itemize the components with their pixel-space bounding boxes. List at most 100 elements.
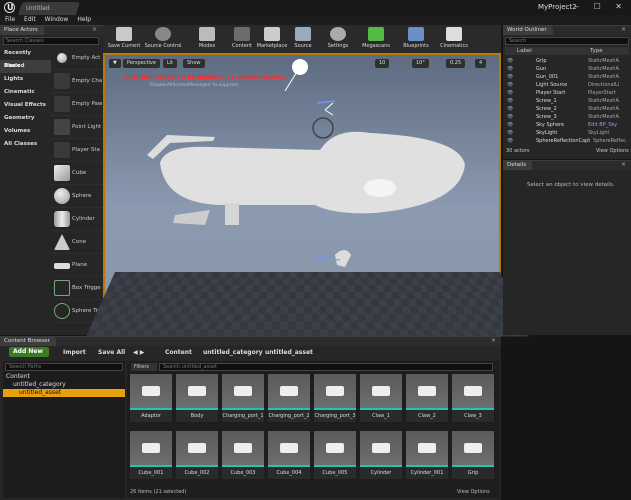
category-volumes[interactable]: Volumes [0, 125, 51, 138]
actor-item-box-trigger[interactable]: Box Trigge [51, 277, 103, 300]
column-type[interactable]: Type [590, 47, 603, 55]
category-visual-effects[interactable]: Visual Effects [0, 99, 51, 112]
category-all-classes[interactable]: All Classes [0, 138, 51, 151]
menu-file[interactable]: File [5, 15, 15, 25]
source-button[interactable]: Source [291, 27, 315, 53]
outliner-row[interactable]: 👁 Player Start PlayerStart [505, 90, 629, 98]
actor-item-empty-pawn[interactable]: Empty Paw [51, 93, 103, 116]
asset-tile[interactable]: Body [176, 374, 218, 422]
modes-button[interactable]: Modes [195, 27, 219, 53]
search-paths-input[interactable]: Search Paths [5, 363, 123, 371]
eye-icon[interactable]: 👁 [507, 66, 513, 74]
outliner-view-options[interactable]: View Options [596, 148, 629, 154]
outliner-row[interactable]: 👁 SphereReflectionCapt SphereReflec [505, 138, 629, 146]
outliner-row[interactable]: 👁 Grip StaticMeshA [505, 58, 629, 66]
close-icon[interactable]: ✕ [491, 337, 496, 344]
asset-view-options[interactable]: View Options [457, 489, 490, 495]
place-actors-search[interactable]: Search Classes [3, 37, 99, 45]
outliner-row[interactable]: 👁 Gun_001 StaticMeshA [505, 74, 629, 82]
category-lights[interactable]: Lights [0, 73, 51, 86]
content-browser-tab[interactable]: Content Browser [0, 337, 56, 346]
place-actors-tab[interactable]: Place Actors [0, 26, 44, 35]
actor-item-sphere[interactable]: Sphere [51, 185, 103, 208]
close-icon[interactable]: ✕ [92, 26, 97, 33]
outliner-row[interactable]: 👁 Sky Sphere Edit BP_Sky [505, 122, 629, 130]
eye-icon[interactable]: 👁 [507, 98, 513, 106]
actor-item-empty-actor[interactable]: Empty Act [51, 47, 103, 70]
eye-icon[interactable]: 👁 [507, 90, 513, 98]
menu-edit[interactable]: Edit [24, 15, 36, 25]
eye-icon[interactable]: 👁 [507, 138, 513, 146]
actor-item-cube[interactable]: Cube [51, 162, 103, 185]
tree-item-category[interactable]: untitled_category [3, 381, 125, 389]
asset-tile[interactable]: Cube_003 [222, 431, 264, 479]
asset-tile[interactable]: Charging_port_1 [222, 374, 264, 422]
details-tab[interactable]: Details [503, 161, 533, 170]
actor-item-cylinder[interactable]: Cylinder [51, 208, 103, 231]
asset-tile[interactable]: Cylinder [360, 431, 402, 479]
level-viewport[interactable]: ▼ Perspective Lit Show 10 10° 0.25 4 LIG… [85, 53, 530, 337]
outliner-row[interactable]: 👁 Gun StaticMeshA [505, 66, 629, 74]
asset-tile[interactable]: Charging_port_2 [268, 374, 310, 422]
eye-icon[interactable]: 👁 [507, 114, 513, 122]
column-label[interactable]: Label [517, 47, 532, 55]
blueprints-button[interactable]: Blueprints [401, 27, 431, 53]
megascans-button[interactable]: Megascans [361, 27, 391, 53]
breadcrumb-category[interactable]: untitled_category [203, 349, 263, 356]
tree-item-asset[interactable]: untitled_asset [3, 389, 125, 397]
outliner-row[interactable]: 👁 SkyLight SkyLight [505, 130, 629, 138]
eye-icon[interactable]: 👁 [507, 122, 513, 130]
window-controls[interactable]: – ☐ ✕ [575, 2, 628, 11]
outliner-row[interactable]: 👁 Screw_1 StaticMeshA [505, 98, 629, 106]
eye-icon[interactable]: 👁 [507, 82, 513, 90]
eye-icon[interactable]: 👁 [507, 130, 513, 138]
content-button[interactable]: Content [230, 27, 254, 53]
actor-item-plane[interactable]: Plane [51, 254, 103, 277]
source-control-button[interactable]: Source Control [143, 27, 183, 53]
category-basic[interactable]: Basic [0, 60, 51, 73]
save-all-button[interactable]: Save All [98, 349, 125, 356]
close-icon[interactable]: ✕ [621, 161, 626, 168]
asset-tile[interactable]: Claw_1 [360, 374, 402, 422]
outliner-row[interactable]: 👁 Screw_3 StaticMeshA [505, 114, 629, 122]
outliner-row[interactable]: 👁 Screw_2 StaticMeshA [505, 106, 629, 114]
actor-item-point-light[interactable]: Point Light [51, 116, 103, 139]
outliner-row[interactable]: 👁 Light Source DirectionalLi [505, 82, 629, 90]
category-recently-placed[interactable]: Recently Placed [0, 47, 51, 69]
asset-tile[interactable]: Claw_3 [452, 374, 494, 422]
category-cinematic[interactable]: Cinematic [0, 86, 51, 99]
asset-search-input[interactable]: Search untitled_asset [159, 363, 493, 371]
history-arrows[interactable]: ◀ ▶ [133, 349, 144, 356]
eye-icon[interactable]: 👁 [507, 106, 513, 114]
asset-tile[interactable]: Charging_port_3 [314, 374, 356, 422]
marketplace-button[interactable]: Marketplace [255, 27, 289, 53]
tree-item-content[interactable]: Content [3, 373, 125, 381]
asset-tile[interactable]: Claw_2 [406, 374, 448, 422]
world-outliner-tab[interactable]: World Outliner [503, 26, 553, 35]
eye-icon[interactable]: 👁 [507, 58, 513, 66]
save-current-button[interactable]: Save Current [107, 27, 141, 53]
actor-item-empty-character[interactable]: Empty Cha [51, 70, 103, 93]
cinematics-button[interactable]: Cinematics [438, 27, 470, 53]
menu-window[interactable]: Window [45, 15, 69, 25]
actor-item-player-start[interactable]: Player Sta [51, 139, 103, 162]
asset-tile[interactable]: Cube_005 [314, 431, 356, 479]
category-geometry[interactable]: Geometry [0, 112, 51, 125]
filters-button[interactable]: Filters [131, 363, 157, 371]
asset-tile[interactable]: Cube_001 [130, 431, 172, 479]
menu-help[interactable]: Help [77, 15, 91, 25]
asset-tile[interactable]: Grip [452, 431, 494, 479]
breadcrumb-asset[interactable]: untitled_asset [265, 349, 313, 356]
actor-item-cone[interactable]: Cone [51, 231, 103, 254]
import-button[interactable]: Import [63, 349, 86, 356]
settings-button[interactable]: Settings [326, 27, 350, 53]
breadcrumb-content[interactable]: Content [165, 349, 192, 356]
asset-tile[interactable]: Cube_004 [268, 431, 310, 479]
asset-tile[interactable]: Cube_002 [176, 431, 218, 479]
close-icon[interactable]: ✕ [621, 26, 626, 33]
eye-icon[interactable]: 👁 [507, 74, 513, 82]
outliner-search[interactable]: Search [505, 37, 629, 45]
add-new-button[interactable]: Add New [9, 347, 49, 357]
level-tab[interactable]: Untitled [17, 2, 81, 15]
asset-tile[interactable]: Cylinder_001 [406, 431, 448, 479]
